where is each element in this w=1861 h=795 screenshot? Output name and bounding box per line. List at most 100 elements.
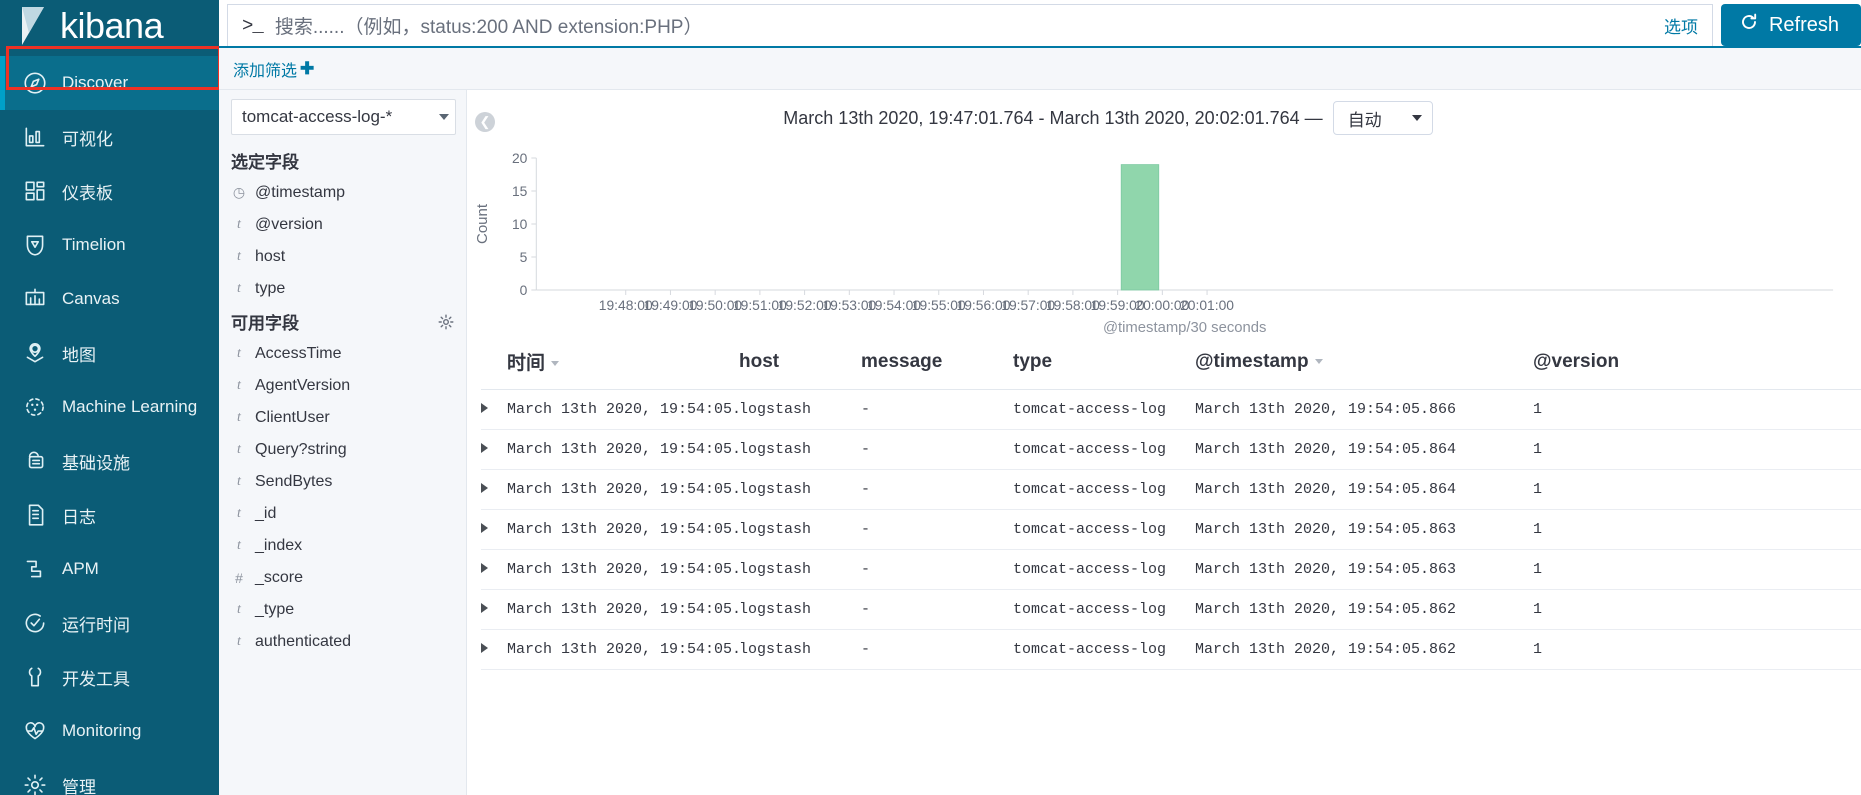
sort-caret-icon[interactable] xyxy=(1314,358,1323,364)
field-name: AgentVersion xyxy=(255,377,351,394)
field-item--index[interactable]: t _index xyxy=(219,530,466,562)
chevron-right-icon[interactable] xyxy=(481,563,488,573)
row-expand-cell[interactable] xyxy=(481,429,507,470)
table-row[interactable]: March 13th 2020, 19:54:05.863logstash-to… xyxy=(481,509,1861,550)
query-options-link[interactable]: 选项 xyxy=(1646,13,1698,38)
cell-message: - xyxy=(861,429,1013,470)
search-input-placeholder: 搜索......（例如，status:200 AND extension:PHP… xyxy=(274,17,703,38)
column-header-timestamp[interactable]: @timestamp xyxy=(1195,338,1533,390)
column-header-[interactable]: 时间 xyxy=(507,338,739,390)
sidebar-item-仪表板[interactable]: 仪表板 xyxy=(0,164,219,218)
search-input[interactable]: >_ 搜索......（例如，status:200 AND extension:… xyxy=(227,4,1713,46)
sidebar-item-label: 基础设施 xyxy=(62,453,130,473)
row-expand-cell[interactable] xyxy=(481,589,507,630)
field-item-clientuser[interactable]: t ClientUser xyxy=(219,402,466,434)
row-expand-cell[interactable] xyxy=(481,509,507,550)
sidebar-item-地图[interactable]: 地图 xyxy=(0,326,219,380)
y-tick-label: 10 xyxy=(512,216,528,232)
chevron-right-icon[interactable] xyxy=(481,483,488,493)
chevron-left-circle-icon[interactable]: ❮ xyxy=(475,112,495,132)
sidebar-item-apm[interactable]: APM xyxy=(0,542,219,596)
field-item-authenticated[interactable]: t authenticated xyxy=(219,626,466,658)
sidebar-item-运行时间[interactable]: 运行时间 xyxy=(0,596,219,650)
row-expand-cell[interactable] xyxy=(481,389,507,430)
cell-time: March 13th 2020, 19:54:05.864 xyxy=(507,469,739,510)
column-header-type[interactable]: type xyxy=(1013,338,1195,390)
field-item--timestamp[interactable]: ◷ @timestamp xyxy=(219,177,466,209)
y-tick-label: 15 xyxy=(512,183,528,199)
document-table-head: 时间 host message type @timestamp @version xyxy=(481,338,1861,390)
field-item-type[interactable]: t type xyxy=(219,273,466,305)
sidebar-item-monitoring[interactable]: Monitoring xyxy=(0,704,219,758)
index-pattern-selector[interactable]: tomcat-access-log-* xyxy=(231,99,456,135)
add-filter-button[interactable]: 添加筛选 ✚ xyxy=(233,57,314,81)
field-item--version[interactable]: t @version xyxy=(219,209,466,241)
cell-type: tomcat-access-log xyxy=(1013,549,1195,590)
row-expand-cell[interactable] xyxy=(481,629,507,670)
table-row[interactable]: March 13th 2020, 19:54:05.863logstash-to… xyxy=(481,549,1861,590)
sidebar-item-timelion[interactable]: Timelion xyxy=(0,218,219,272)
primary-navigation-sidebar: kibana Discover 可视化 仪表板 Timelion Canvas 地图 Mac… xyxy=(0,0,219,795)
document-table-body: March 13th 2020, 19:54:05.866logstash-to… xyxy=(481,389,1861,670)
time-header-center: March 13th 2020, 19:47:01.764 - March 13… xyxy=(495,101,1721,135)
filter-bar: 添加筛选 ✚ xyxy=(219,48,1861,90)
sidebar-item-开发工具[interactable]: 开发工具 xyxy=(0,650,219,704)
field-name: _index xyxy=(255,537,303,554)
gear-icon[interactable] xyxy=(438,314,454,330)
table-row[interactable]: March 13th 2020, 19:54:05.864logstash-to… xyxy=(481,469,1861,510)
table-row[interactable]: March 13th 2020, 19:54:05.862logstash-to… xyxy=(481,589,1861,630)
interval-select-value: 自动 xyxy=(1347,110,1382,130)
y-axis-title: Count xyxy=(474,203,491,244)
sidebar-item-label: Monitoring xyxy=(62,721,142,740)
histogram-svg: 05101520Count19:48:0019:49:0019:50:0019:… xyxy=(474,150,1834,336)
refresh-button[interactable]: Refresh xyxy=(1720,4,1861,46)
chevron-right-icon[interactable] xyxy=(481,603,488,613)
field-item-agentversion[interactable]: t AgentVersion xyxy=(219,370,466,402)
sort-caret-icon[interactable] xyxy=(551,361,560,367)
time-header: ❮ March 13th 2020, 19:47:01.764 - March … xyxy=(467,90,1861,146)
sidebar-item-label: Canvas xyxy=(62,289,120,308)
column-header-label: @timestamp xyxy=(1195,350,1309,372)
column-header-host[interactable]: host xyxy=(739,338,861,390)
sidebar-nav: Discover 可视化 仪表板 Timelion Canvas 地图 Machine Le… xyxy=(0,56,219,795)
time-range-label[interactable]: March 13th 2020, 19:47:01.764 - March 13… xyxy=(783,108,1322,129)
index-pattern-name: tomcat-access-log-* xyxy=(242,107,393,126)
sidebar-item-基础设施[interactable]: 基础设施 xyxy=(0,434,219,488)
column-header-message[interactable]: message xyxy=(861,338,1013,390)
row-expand-cell[interactable] xyxy=(481,549,507,590)
field-item--score[interactable]: # _score xyxy=(219,562,466,594)
histogram-bar[interactable] xyxy=(1120,164,1160,291)
sidebar-item-可视化[interactable]: 可视化 xyxy=(0,110,219,164)
field-item--id[interactable]: t _id xyxy=(219,498,466,530)
table-row[interactable]: March 13th 2020, 19:54:05.866logstash-to… xyxy=(481,389,1861,430)
interval-select[interactable]: 自动 xyxy=(1332,101,1433,135)
chevron-right-icon[interactable] xyxy=(481,443,488,453)
field-item-accesstime[interactable]: t AccessTime xyxy=(219,338,466,370)
field-item--type[interactable]: t _type xyxy=(219,594,466,626)
sidebar-item-label: 地图 xyxy=(62,345,96,365)
chevron-right-icon[interactable] xyxy=(481,403,488,413)
cell-timestamp: March 13th 2020, 19:54:05.863 xyxy=(1195,509,1533,550)
histogram-chart[interactable]: 0 5 10 15 20 Count 19:48:00 19:49:00 19:50:00 19:… xyxy=(467,146,1861,338)
field-item-sendbytes[interactable]: t SendBytes xyxy=(219,466,466,498)
field-item-host[interactable]: t host xyxy=(219,241,466,273)
chevron-right-icon[interactable] xyxy=(481,523,488,533)
monitoring-heartbeat-icon xyxy=(14,718,56,744)
table-row[interactable]: March 13th 2020, 19:54:05.862logstash-to… xyxy=(481,629,1861,670)
cell-type: tomcat-access-log xyxy=(1013,629,1195,670)
sidebar-item-discover[interactable]: Discover xyxy=(0,56,219,110)
field-type-icon: # xyxy=(235,570,243,586)
row-expand-cell[interactable] xyxy=(481,469,507,510)
sidebar-item-machine-learning[interactable]: Machine Learning xyxy=(0,380,219,434)
field-type-icon: t xyxy=(237,442,241,457)
sidebar-item-管理[interactable]: 管理 xyxy=(0,758,219,795)
selected-fields-title: 选定字段 xyxy=(231,153,299,172)
cell-timestamp: March 13th 2020, 19:54:05.862 xyxy=(1195,629,1533,670)
sidebar-item-canvas[interactable]: Canvas xyxy=(0,272,219,326)
sidebar-item-日志[interactable]: 日志 xyxy=(0,488,219,542)
column-header-version[interactable]: @version xyxy=(1533,338,1861,390)
field-item-query-string[interactable]: t Query?string xyxy=(219,434,466,466)
table-row[interactable]: March 13th 2020, 19:54:05.864logstash-to… xyxy=(481,429,1861,470)
query-prompt-icon: >_ xyxy=(242,14,264,37)
chevron-right-icon[interactable] xyxy=(481,643,488,653)
